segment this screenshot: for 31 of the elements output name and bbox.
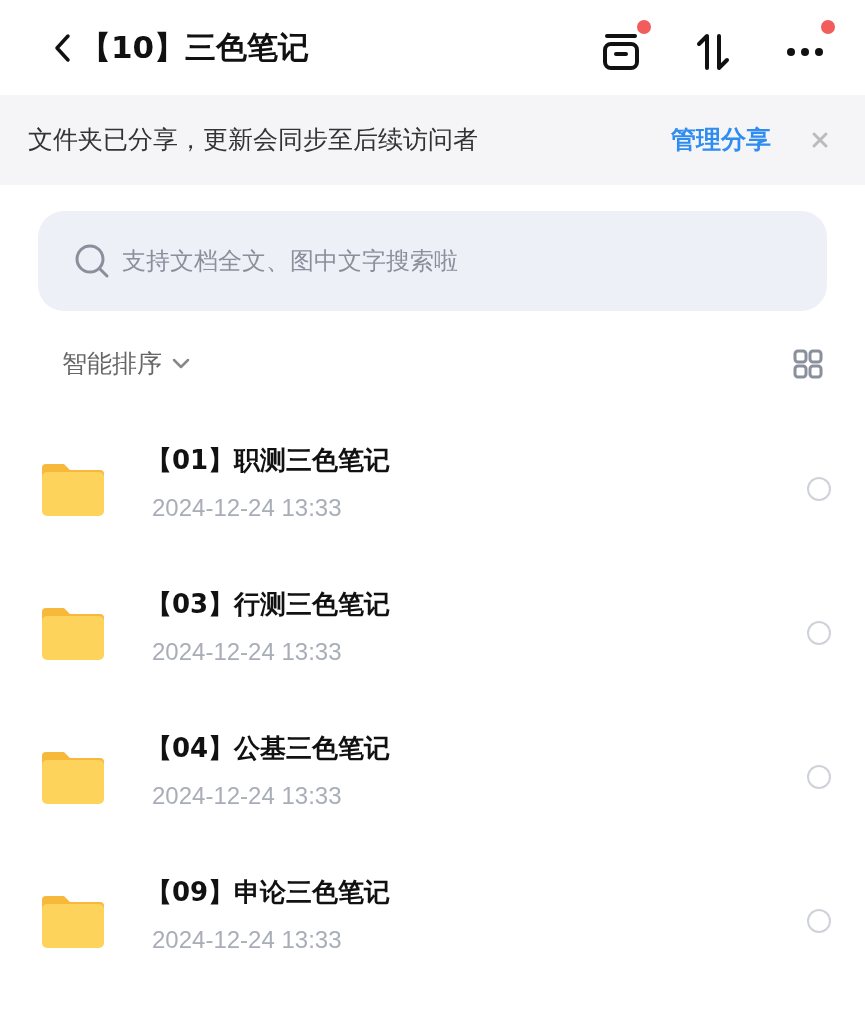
folder-icon <box>42 750 104 804</box>
folder-row[interactable]: 【09】申论三色笔记 2024-12-24 13:33 <box>0 849 865 993</box>
search-field[interactable]: 支持文档全文、图中文字搜索啦 <box>38 211 827 311</box>
archive-icon <box>601 31 641 72</box>
folder-date: 2024-12-24 13:33 <box>152 924 343 955</box>
select-radio[interactable] <box>807 765 831 789</box>
search-icon <box>74 243 110 279</box>
sort-icon <box>695 31 731 72</box>
banner-text: 文件夹已分享，更新会同步至后续访问者 <box>28 124 478 157</box>
folder-icon <box>42 606 104 660</box>
more-icon <box>785 45 825 58</box>
folder-date: 2024-12-24 13:33 <box>152 492 343 523</box>
folder-name: 【09】申论三色笔记 <box>146 875 391 909</box>
chevron-down-icon <box>172 358 190 370</box>
folder-icon <box>42 462 104 516</box>
window-title: 【10】三色笔记 <box>80 28 310 68</box>
select-radio[interactable] <box>807 621 831 645</box>
close-icon[interactable] <box>811 131 829 149</box>
sort-dropdown[interactable]: 智能排序 <box>62 345 190 383</box>
select-radio[interactable] <box>807 477 831 501</box>
folder-row[interactable]: 【03】行测三色笔记 2024-12-24 13:33 <box>0 561 865 705</box>
folder-name: 【01】职测三色笔记 <box>146 443 391 477</box>
folder-name: 【03】行测三色笔记 <box>146 587 391 621</box>
select-radio[interactable] <box>807 909 831 933</box>
folder-date: 2024-12-24 13:33 <box>152 780 343 811</box>
folder-date: 2024-12-24 13:33 <box>152 636 343 667</box>
folder-row[interactable]: 【04】公基三色笔记 2024-12-24 13:33 <box>0 705 865 849</box>
folder-row[interactable]: 【01】职测三色笔记 2024-12-24 13:33 <box>0 417 865 561</box>
folder-icon <box>42 894 104 948</box>
folder-name: 【04】公基三色笔记 <box>146 731 391 765</box>
grid-view-icon[interactable] <box>793 349 823 379</box>
